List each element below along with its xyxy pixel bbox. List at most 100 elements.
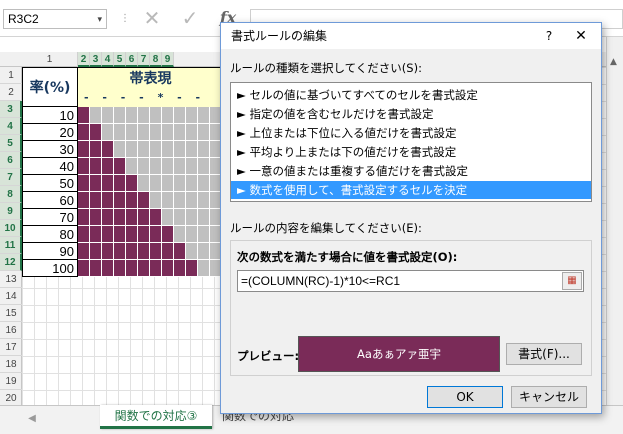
column-header-6[interactable]: 6 [126,52,138,67]
rate-header[interactable]: 率(%) [22,67,78,107]
band-cell-filled[interactable] [126,260,138,277]
vertical-scrollbar[interactable]: ▲ [606,37,623,405]
band-cell-filled[interactable] [78,209,90,226]
row-header-16[interactable]: 16 [0,322,22,339]
band-cell-empty[interactable] [186,141,198,158]
row-header-3[interactable]: 3 [0,101,22,118]
scroll-up-icon[interactable]: ▲ [610,57,617,67]
band-cell-empty[interactable] [138,158,150,175]
band-cell-empty[interactable] [138,175,150,192]
band-cell-empty[interactable] [114,141,126,158]
band-cell-empty[interactable] [162,141,174,158]
band-cell-empty[interactable] [150,175,162,192]
band-cell-filled[interactable] [102,158,114,175]
band-cell-empty[interactable] [174,226,186,243]
band-cell-filled[interactable] [78,260,90,277]
band-cell-filled[interactable] [102,192,114,209]
rule-type-item-selected[interactable]: ► 数式を使用して、書式設定するセルを決定 [231,181,591,199]
band-cell-empty[interactable] [126,141,138,158]
band-cell-filled[interactable] [162,243,174,260]
band-cell-filled[interactable] [90,175,102,192]
band-cell-empty[interactable] [138,141,150,158]
band-cell-empty[interactable] [174,141,186,158]
rate-cell[interactable]: 30 [22,141,78,158]
band-cell-empty[interactable] [114,107,126,124]
row-header-5[interactable]: 5 [0,135,22,152]
row-header-13[interactable]: 13 [0,271,22,288]
row-header-17[interactable]: 17 [0,339,22,356]
band-cell-empty[interactable] [126,107,138,124]
rule-type-item[interactable]: ► セルの値に基づいてすべてのセルを書式設定 [231,86,591,104]
band-cell-empty[interactable] [186,192,198,209]
row-header-9[interactable]: 9 [0,203,22,220]
band-cell-filled[interactable] [138,192,150,209]
band-cell-filled[interactable] [126,209,138,226]
band-title[interactable]: 帯表現 [78,67,223,89]
band-cell-empty[interactable] [150,141,162,158]
band-cell-filled[interactable] [174,260,186,277]
band-cell-filled[interactable] [90,226,102,243]
range-select-icon[interactable]: ▦ [562,272,582,290]
enter-icon[interactable]: ✓ [178,6,202,30]
band-cell-empty[interactable] [186,107,198,124]
band-cell-filled[interactable] [102,260,114,277]
column-header-9[interactable]: 9 [162,52,174,67]
rate-cell[interactable]: 100 [22,260,78,277]
band-cell-empty[interactable] [186,243,198,260]
cancel-button[interactable]: キャンセル [511,386,587,408]
band-cell-empty[interactable] [102,124,114,141]
band-cell-filled[interactable] [90,260,102,277]
row-header-7[interactable]: 7 [0,169,22,186]
band-cell-empty[interactable] [186,158,198,175]
band-cell-filled[interactable] [78,107,90,124]
band-cell-filled[interactable] [114,209,126,226]
band-cell-empty[interactable] [198,209,210,226]
band-cell-filled[interactable] [78,226,90,243]
name-box[interactable]: R3C2 ▾ [3,9,107,29]
band-cell-filled[interactable] [138,260,150,277]
band-cell-empty[interactable] [162,192,174,209]
row-header-18[interactable]: 18 [0,356,22,373]
row-header-10[interactable]: 10 [0,220,22,237]
band-cell-filled[interactable] [102,141,114,158]
column-header-3[interactable]: 3 [90,52,102,67]
band-cell-empty[interactable] [102,107,114,124]
band-cell-filled[interactable] [114,260,126,277]
close-icon[interactable]: ✕ [571,26,591,46]
band-cell-empty[interactable] [198,192,210,209]
band-cell-empty[interactable] [174,158,186,175]
band-cell-empty[interactable] [198,226,210,243]
band-cell-filled[interactable] [126,226,138,243]
band-cell-empty[interactable] [114,124,126,141]
band-cell-filled[interactable] [162,226,174,243]
band-cell-empty[interactable] [198,107,210,124]
band-cell-empty[interactable] [174,175,186,192]
band-cell-empty[interactable] [174,209,186,226]
band-cell-empty[interactable] [174,192,186,209]
band-cell-empty[interactable] [150,107,162,124]
band-cell-empty[interactable] [162,209,174,226]
row-header-12[interactable]: 12 [0,254,22,271]
band-cell-filled[interactable] [102,243,114,260]
rate-cell[interactable]: 80 [22,226,78,243]
band-cell-empty[interactable] [162,175,174,192]
band-cell-filled[interactable] [114,226,126,243]
row-header-19[interactable]: 19 [0,373,22,390]
rate-cell[interactable]: 40 [22,158,78,175]
rate-cell[interactable]: 20 [22,124,78,141]
format-button[interactable]: 書式(F)... [506,343,582,365]
rate-cell[interactable]: 90 [22,243,78,260]
row-header-15[interactable]: 15 [0,305,22,322]
band-cell-filled[interactable] [114,158,126,175]
band-cell-empty[interactable] [198,175,210,192]
band-cell-filled[interactable] [102,175,114,192]
band-cell-empty[interactable] [198,124,210,141]
column-header-4[interactable]: 4 [102,52,114,67]
row-header-1[interactable]: 1 [0,67,22,84]
band-scale-markers[interactable]: - - - - * - - - [78,89,223,122]
rate-cell[interactable]: 10 [22,107,78,124]
column-header-7[interactable]: 7 [138,52,150,67]
rule-type-item[interactable]: ► 一意の値または重複する値だけを書式設定 [231,162,591,180]
band-cell-filled[interactable] [186,260,198,277]
band-cell-empty[interactable] [126,124,138,141]
